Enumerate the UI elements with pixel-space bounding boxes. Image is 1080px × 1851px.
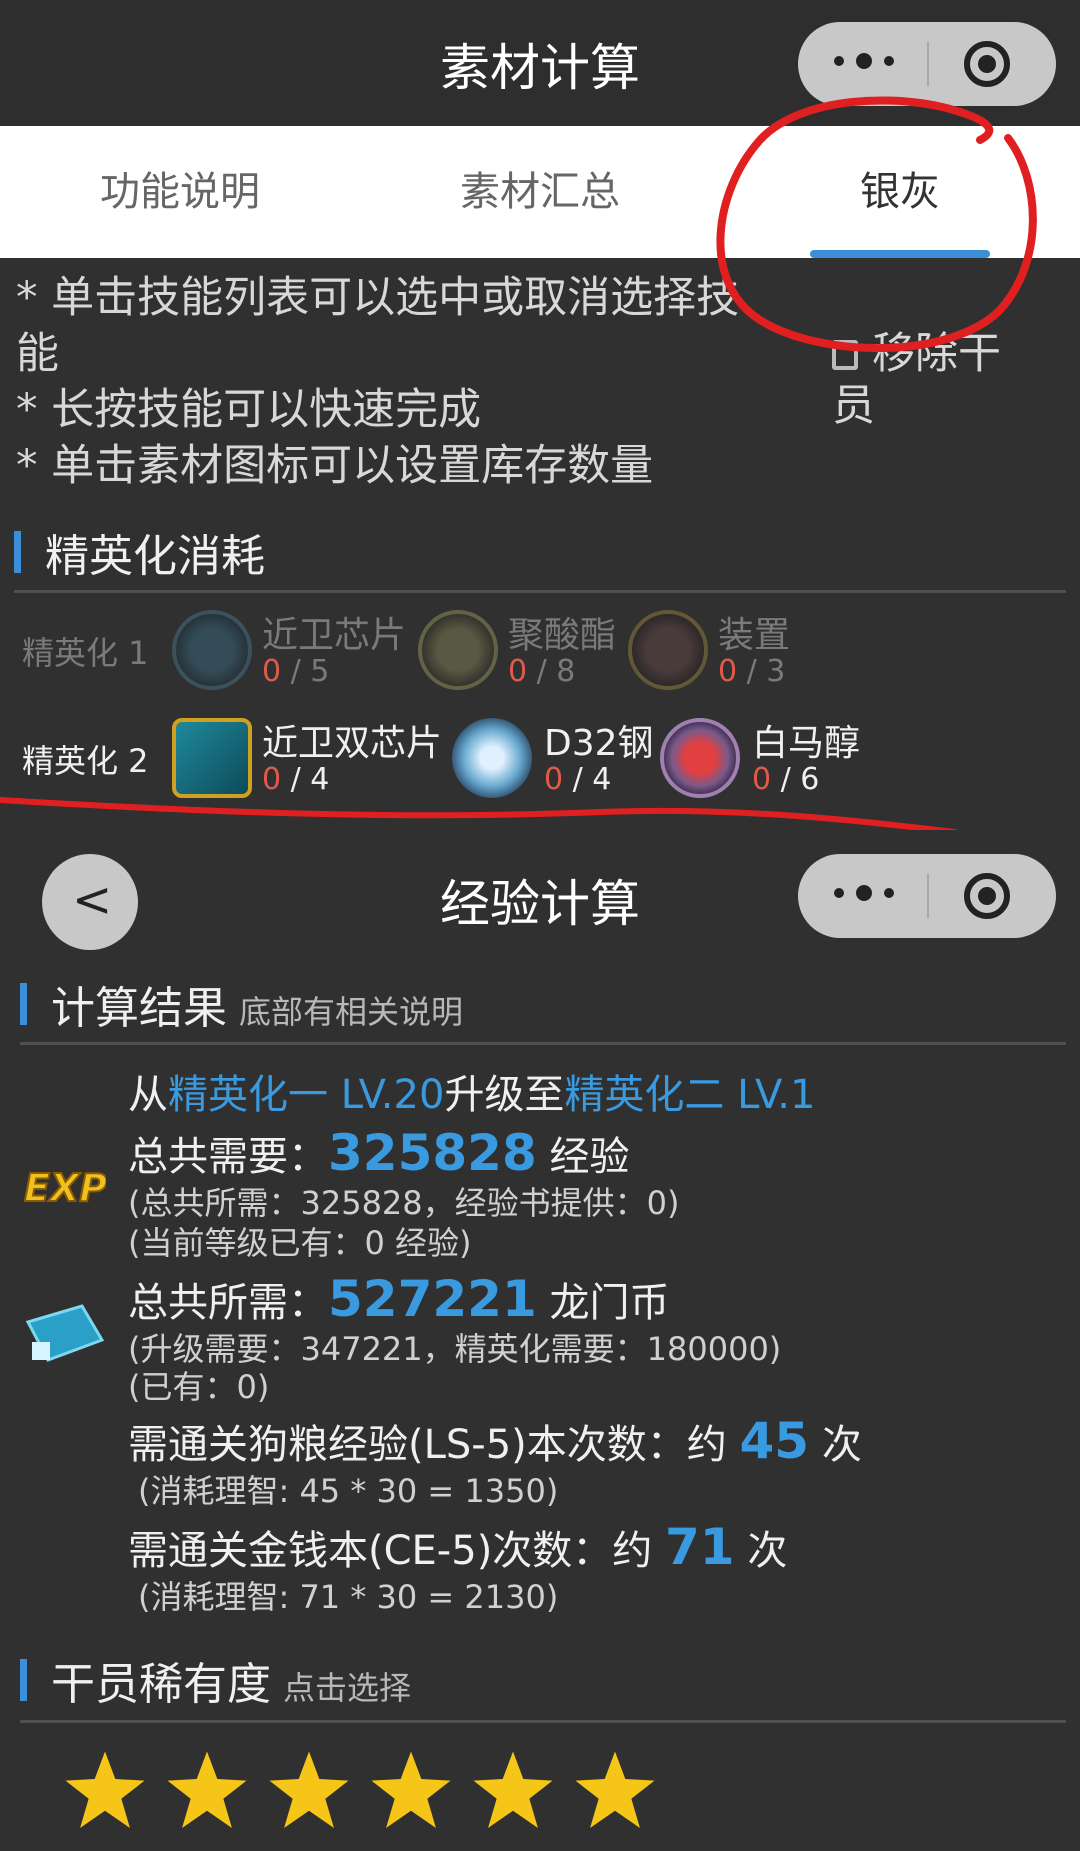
hint-line: 能 bbox=[16, 329, 59, 379]
remove-operator-button[interactable]: 移除干 员 bbox=[832, 328, 1032, 432]
star-icon[interactable] bbox=[470, 1748, 556, 1834]
checkbox-icon bbox=[832, 340, 858, 370]
ce5-sanity: (消耗理智: 71 * 30 = 2130) bbox=[138, 1578, 559, 1616]
capsule-divider bbox=[927, 42, 929, 86]
close-target-icon[interactable] bbox=[964, 873, 1010, 919]
hint-line: * 单击素材图标可以设置库存数量 bbox=[16, 441, 654, 491]
exp-navbar: < 经验计算 bbox=[0, 830, 1080, 962]
material-qty: 0 / 5 bbox=[262, 654, 330, 689]
elite-row-1[interactable]: 精英化 1 近卫芯片 0 / 5 聚酸酯 0 / 8 装置 0 / 3 bbox=[0, 598, 1080, 698]
divider bbox=[20, 1042, 1066, 1045]
result-section-header: 计算结果 底部有相关说明 bbox=[20, 972, 463, 1036]
capsule-divider bbox=[927, 874, 929, 918]
star-icon[interactable] bbox=[368, 1748, 454, 1834]
section-subtitle: 底部有相关说明 bbox=[239, 993, 464, 1031]
section-title: 计算结果 bbox=[51, 983, 227, 1034]
star-icon[interactable] bbox=[266, 1748, 352, 1834]
exp-total-line: 总共需要：325828 经验 bbox=[128, 1124, 630, 1182]
coin-have: (已有：0) bbox=[128, 1368, 270, 1406]
svg-text:EXP: EXP bbox=[24, 1166, 106, 1210]
mini-program-capsule bbox=[798, 854, 1056, 938]
elite-row-2[interactable]: 精英化 2 近卫双芯片 0 / 4 D32钢 0 / 4 白马醇 0 / 6 bbox=[0, 706, 1080, 806]
device-icon bbox=[628, 610, 708, 690]
material-qty: 0 / 4 bbox=[544, 762, 612, 797]
upgrade-range: 从精英化一 LV.20升级至精英化二 LV.1 bbox=[128, 1072, 816, 1118]
star-icon[interactable] bbox=[572, 1748, 658, 1834]
material-qty: 0 / 8 bbox=[508, 654, 576, 689]
ls5-runs-line: 需通关狗粮经验(LS-5)本次数：约 45 次 bbox=[128, 1412, 862, 1470]
divider bbox=[20, 1720, 1066, 1723]
divider bbox=[14, 590, 1066, 593]
guard-chip-icon bbox=[172, 610, 252, 690]
material-name: 聚酸酯 bbox=[508, 615, 617, 656]
mini-program-capsule bbox=[798, 22, 1056, 106]
material-name: 白马醇 bbox=[752, 723, 861, 764]
d32-steel-icon bbox=[452, 718, 532, 798]
close-target-icon[interactable] bbox=[964, 41, 1010, 87]
coin-total-line: 总共所需：527221 龙门币 bbox=[128, 1270, 670, 1328]
section-title: 干员稀有度 bbox=[51, 1659, 271, 1710]
ce5-runs-line: 需通关金钱本(CE-5)次数：约 71 次 bbox=[128, 1518, 788, 1576]
material-name: 装置 bbox=[718, 615, 791, 656]
accent-bar bbox=[20, 983, 27, 1025]
tab-description[interactable]: 功能说明 bbox=[0, 126, 360, 258]
rarity-section-header: 干员稀有度 点击选择 bbox=[20, 1648, 411, 1712]
usage-hints: * 单击技能列表可以选中或取消选择技 能 * 长按技能可以快速完成 * 单击素材… bbox=[16, 270, 836, 494]
bipolar-nanoflake-icon bbox=[660, 718, 740, 798]
accent-bar bbox=[14, 531, 21, 573]
ls5-sanity: (消耗理智: 45 * 30 = 1350) bbox=[138, 1472, 559, 1510]
exp-icon: EXP bbox=[23, 1165, 106, 1211]
material-name: D32钢 bbox=[544, 723, 654, 764]
lmd-coin-icon bbox=[25, 1304, 105, 1362]
elite-level-label: 精英化 2 bbox=[22, 742, 149, 780]
section-subtitle: 点击选择 bbox=[283, 1669, 412, 1707]
star-icon[interactable] bbox=[164, 1748, 250, 1834]
section-title: 精英化消耗 bbox=[45, 531, 265, 582]
material-name: 近卫双芯片 bbox=[262, 723, 443, 764]
hint-line: * 单击技能列表可以选中或取消选择技 bbox=[16, 273, 740, 323]
tab-operator[interactable]: 银灰 bbox=[720, 126, 1080, 258]
material-qty: 0 / 3 bbox=[718, 654, 786, 689]
exp-have: (当前等级已有：0 经验) bbox=[128, 1224, 472, 1262]
material-name: 近卫芯片 bbox=[262, 615, 407, 656]
material-qty: 0 / 4 bbox=[262, 762, 330, 797]
elite-level-label: 精英化 1 bbox=[22, 634, 149, 672]
tab-bar: 功能说明 素材汇总 银灰 bbox=[0, 126, 1080, 258]
polyester-icon bbox=[418, 610, 498, 690]
more-icon[interactable] bbox=[834, 53, 894, 72]
top-navbar: 素材计算 bbox=[0, 0, 1080, 126]
rarity-stars bbox=[62, 1748, 674, 1834]
elite-section-header: 精英化消耗 bbox=[14, 520, 265, 584]
star-icon[interactable] bbox=[62, 1748, 148, 1834]
hint-line: * 长按技能可以快速完成 bbox=[16, 385, 482, 435]
material-qty: 0 / 6 bbox=[752, 762, 820, 797]
tab-material-summary[interactable]: 素材汇总 bbox=[360, 126, 720, 258]
guard-dualchip-icon bbox=[172, 718, 252, 798]
accent-bar bbox=[20, 1659, 27, 1701]
more-icon[interactable] bbox=[834, 885, 894, 904]
